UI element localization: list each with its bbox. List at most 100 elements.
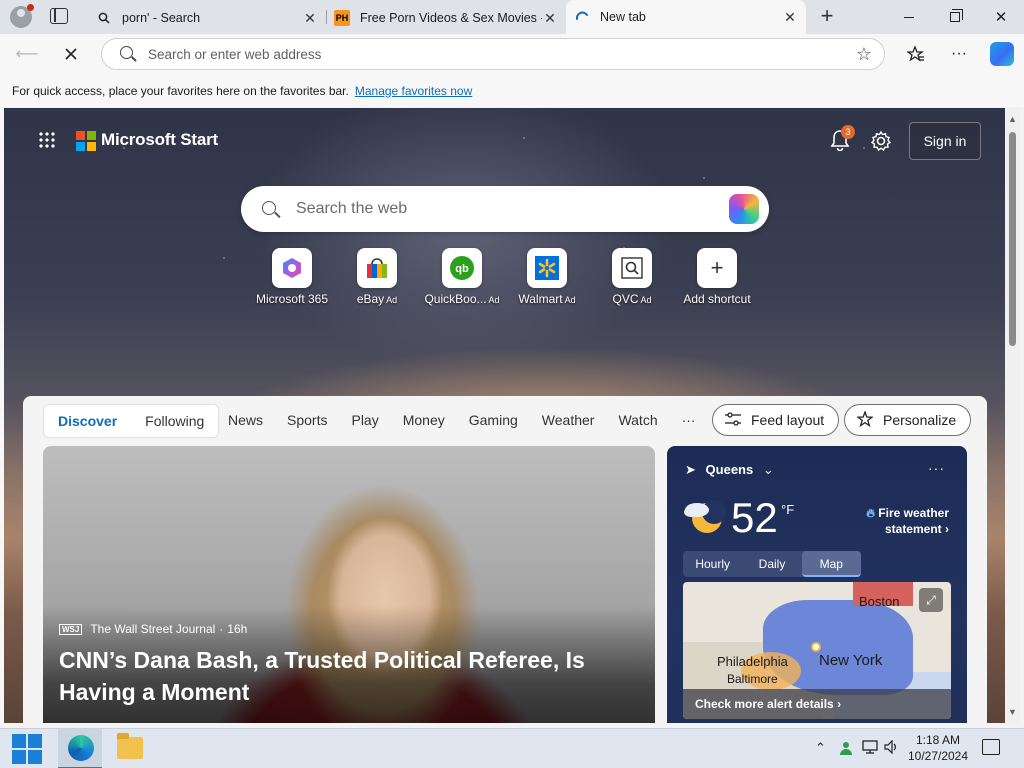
map-label-new-york: New York xyxy=(819,652,883,669)
alert-text: Fire weather statement xyxy=(878,506,949,536)
close-window-button[interactable]: ✕ xyxy=(978,0,1024,34)
weather-map[interactable]: Boston Philadelphia Baltimore New York ⤢… xyxy=(683,582,951,719)
app-launcher-icon[interactable] xyxy=(38,131,56,149)
nav-play[interactable]: Play xyxy=(351,412,378,428)
favorite-star-icon[interactable]: ☆ xyxy=(856,44,872,65)
address-input[interactable] xyxy=(148,44,828,64)
svg-text:qb: qb xyxy=(455,263,469,275)
nav-sports[interactable]: Sports xyxy=(287,412,327,428)
flame-icon: 🔥︎ xyxy=(866,506,875,520)
search-icon xyxy=(262,201,276,215)
weather-location[interactable]: ➤ Queens ⌄ xyxy=(685,462,774,478)
shortcut-quickbooks[interactable]: qb QuickBoo... Ad xyxy=(414,248,510,306)
feed-layout-button[interactable]: Feed layout xyxy=(712,404,840,436)
nav-gaming[interactable]: Gaming xyxy=(469,412,518,428)
copilot-icon[interactable] xyxy=(990,42,1014,66)
close-tab-icon[interactable]: ✕ xyxy=(542,10,558,27)
weather-alert[interactable]: 🔥︎ Fire weather statement › xyxy=(839,505,949,537)
gear-icon[interactable] xyxy=(870,130,892,152)
map-label-philadelphia: Philadelphia xyxy=(717,654,788,669)
partly-cloudy-night-icon xyxy=(683,496,727,536)
windows-start-icon[interactable] xyxy=(12,734,42,764)
edge-taskbar-button[interactable] xyxy=(58,729,102,768)
notification-center-icon[interactable] xyxy=(982,739,1000,755)
qvc-icon xyxy=(612,248,652,288)
close-tab-icon[interactable]: ✕ xyxy=(782,9,798,26)
tab-following[interactable]: Following xyxy=(131,413,218,429)
sparkle-star-icon xyxy=(856,409,874,430)
walmart-spark-icon xyxy=(527,248,567,288)
shortcut-walmart[interactable]: Walmart Ad xyxy=(499,248,595,306)
network-icon[interactable] xyxy=(862,740,878,757)
shortcut-label: QuickBoo... xyxy=(424,292,487,306)
location-arrow-icon: ➤ xyxy=(685,462,696,477)
brand-title: Microsoft Start xyxy=(101,130,218,149)
tab-hourly[interactable]: Hourly xyxy=(683,551,742,577)
file-explorer-icon[interactable] xyxy=(117,733,143,759)
personalize-button[interactable]: Personalize xyxy=(844,404,972,436)
weather-more-button[interactable]: ··· xyxy=(928,460,945,476)
shortcut-add[interactable]: + Add shortcut xyxy=(669,248,765,306)
settings-more-icon[interactable]: ··· xyxy=(948,43,970,65)
favorites-icon[interactable] xyxy=(905,43,927,65)
microsoft-logo-icon xyxy=(76,131,96,151)
shortcut-microsoft-365[interactable]: Microsoft 365 xyxy=(244,248,340,306)
scroll-up-icon[interactable]: ▲ xyxy=(1008,114,1017,124)
nav-watch[interactable]: Watch xyxy=(618,412,657,428)
feed-categories: News Sports Play Money Gaming Weather Wa… xyxy=(228,412,720,428)
feed-panel: Discover Following News Sports Play Mone… xyxy=(23,396,987,723)
nav-weather[interactable]: Weather xyxy=(542,412,595,428)
scrollbar-thumb[interactable] xyxy=(1009,132,1016,346)
article-source: WSJ The Wall Street Journal · 16h xyxy=(59,622,247,636)
favorites-notice-text: For quick access, place your favorites h… xyxy=(12,83,349,98)
address-bar[interactable]: ☆ xyxy=(101,38,885,70)
nav-money[interactable]: Money xyxy=(403,412,445,428)
profile-icon[interactable] xyxy=(10,4,34,28)
restore-button[interactable] xyxy=(932,0,978,34)
alert-details-label: Check more alert details xyxy=(695,697,834,711)
hero-article-card[interactable]: WSJ The Wall Street Journal · 16h CNN’s … xyxy=(43,446,655,723)
tab-actions-icon[interactable] xyxy=(50,8,68,24)
nav-more[interactable]: ··· xyxy=(682,412,696,428)
map-label-baltimore: Baltimore xyxy=(727,672,778,686)
close-tab-icon[interactable]: ✕ xyxy=(302,10,318,27)
page-scrollbar[interactable]: ▲ ▼ xyxy=(1005,108,1020,723)
nav-news[interactable]: News xyxy=(228,412,263,428)
web-search-box[interactable] xyxy=(241,186,769,232)
ad-label: Ad xyxy=(488,295,500,305)
copilot-icon[interactable] xyxy=(729,194,759,224)
chevron-down-icon: ⌄ xyxy=(762,462,774,477)
tab-map[interactable]: Map xyxy=(801,551,861,577)
taskbar: ⌃ 1:18 AM 10/27/2024 xyxy=(0,728,1024,768)
sign-in-button[interactable]: Sign in xyxy=(909,122,981,160)
web-search-input[interactable] xyxy=(296,199,716,219)
alert-details-link[interactable]: Check more alert details › xyxy=(683,689,951,719)
location-name: Queens xyxy=(705,462,754,477)
search-icon xyxy=(120,46,133,59)
system-clock[interactable]: 1:18 AM 10/27/2024 xyxy=(898,732,978,764)
search-icon xyxy=(96,10,112,26)
new-tab-button[interactable]: + xyxy=(815,5,839,29)
minimize-button[interactable] xyxy=(886,0,932,34)
show-hidden-icons-icon[interactable]: ⌃ xyxy=(815,740,826,756)
scroll-down-icon[interactable]: ▼ xyxy=(1008,707,1017,717)
back-button[interactable]: ⟵ xyxy=(14,42,40,66)
tab-new-tab[interactable]: New tab ✕ xyxy=(566,0,806,34)
shortcut-label: Walmart xyxy=(518,292,563,306)
tab-video-site[interactable]: PH Free Porn Videos & Sex Movies - P ✕ xyxy=(326,2,566,34)
tab-daily[interactable]: Daily xyxy=(742,551,801,577)
manage-favorites-link[interactable]: Manage favorites now xyxy=(355,84,472,98)
shortcut-ebay[interactable]: eBay Ad xyxy=(329,248,425,306)
article-headline[interactable]: CNN’s Dana Bash, a Trusted Political Ref… xyxy=(59,644,629,708)
feed-layout-label: Feed layout xyxy=(751,412,825,428)
expand-icon[interactable]: ⤢ xyxy=(919,588,943,612)
site-favicon-icon: PH xyxy=(334,10,350,26)
volume-icon[interactable] xyxy=(884,739,898,757)
tab-title: New tab xyxy=(600,10,646,24)
tab-discover[interactable]: Discover xyxy=(44,413,131,429)
shortcut-qvc[interactable]: QVC Ad xyxy=(584,248,680,306)
user-network-icon[interactable] xyxy=(838,740,854,759)
stop-loading-button[interactable] xyxy=(58,42,84,66)
tab-search[interactable]: porn' - Search ✕ xyxy=(88,2,326,34)
shortcut-label: eBay xyxy=(356,292,385,306)
